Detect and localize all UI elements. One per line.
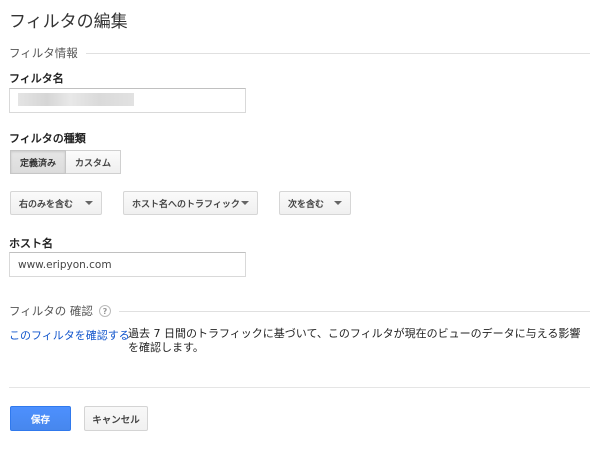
help-icon[interactable]: ? bbox=[98, 305, 111, 317]
traffic-source-dropdown[interactable]: ホスト名へのトラフィック bbox=[123, 191, 258, 215]
cancel-button[interactable]: キャンセル bbox=[84, 406, 148, 431]
page-title: フィルタの編集 bbox=[9, 12, 128, 32]
dropdown-label: ホスト名へのトラフィック bbox=[132, 199, 240, 210]
tab-predefined[interactable]: 定義済み bbox=[10, 150, 67, 174]
section-divider bbox=[85, 52, 590, 54]
section-header-filter-info: フィルタ情報 bbox=[9, 45, 590, 61]
filter-type-toggle: 定義済み カスタム bbox=[10, 150, 122, 174]
filter-name-label: フィルタ名 bbox=[9, 72, 64, 85]
verify-filter-link[interactable]: このフィルタを確認する bbox=[9, 327, 130, 343]
expression-dropdown[interactable]: 次を含む bbox=[279, 191, 351, 215]
caret-down-icon bbox=[334, 201, 342, 205]
caret-down-icon bbox=[241, 201, 249, 205]
section-divider bbox=[118, 310, 590, 312]
filter-type-label: フィルタの種類 bbox=[9, 132, 86, 145]
footer-divider bbox=[9, 387, 590, 388]
save-button[interactable]: 保存 bbox=[10, 406, 71, 431]
tab-custom[interactable]: カスタム bbox=[66, 150, 122, 174]
section-header-filter-verify: フィルタの 確認 ? bbox=[9, 303, 590, 319]
section-label: フィルタの 確認 bbox=[9, 304, 93, 318]
section-label: フィルタ情報 bbox=[9, 46, 78, 60]
verify-description: 過去 7 日間のトラフィックに基づいて、このフィルタが現在のビューのデータに与え… bbox=[128, 327, 581, 354]
include-type-dropdown[interactable]: 右のみを含む bbox=[10, 191, 102, 215]
redacted-value bbox=[18, 93, 134, 106]
dropdown-label: 右のみを含む bbox=[19, 199, 74, 210]
hostname-label: ホスト名 bbox=[9, 237, 53, 250]
caret-down-icon bbox=[85, 201, 93, 205]
hostname-input[interactable] bbox=[9, 252, 246, 277]
dropdown-label: 次を含む bbox=[288, 199, 325, 210]
